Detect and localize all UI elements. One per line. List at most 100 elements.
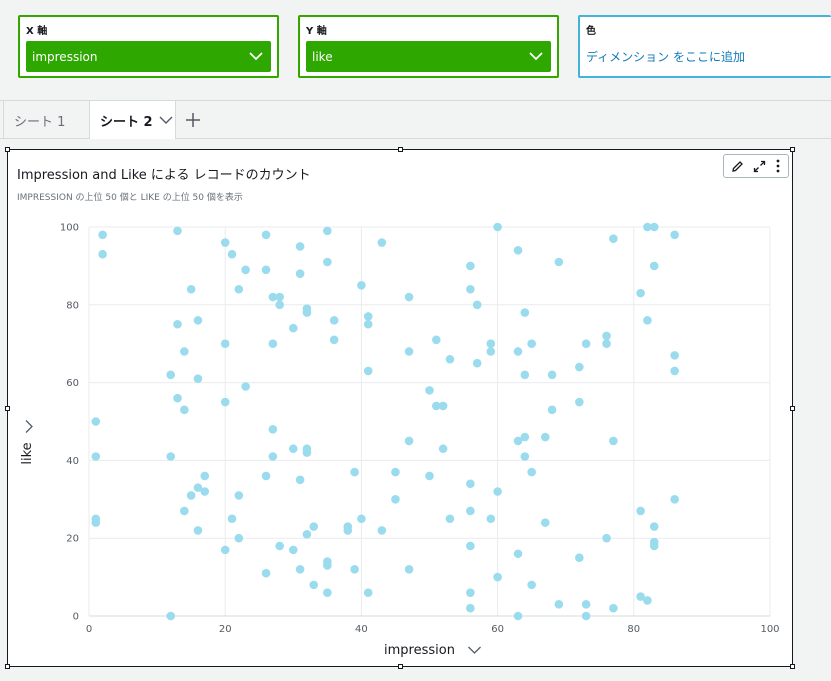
data-point[interactable] <box>302 308 312 317</box>
data-point[interactable] <box>404 565 414 574</box>
data-point[interactable] <box>602 533 611 543</box>
data-point[interactable] <box>323 588 332 597</box>
data-point[interactable] <box>295 242 305 251</box>
data-point[interactable] <box>220 545 230 555</box>
data-point[interactable] <box>425 471 434 481</box>
data-point[interactable] <box>186 491 196 500</box>
chevron-down-icon[interactable] <box>468 646 481 654</box>
data-point[interactable] <box>649 222 659 232</box>
data-point[interactable] <box>275 541 284 551</box>
data-point[interactable] <box>173 393 182 403</box>
data-point[interactable] <box>602 331 611 341</box>
color-field-well[interactable]: 色 ディメンション をここに追加 <box>578 15 831 78</box>
data-point[interactable] <box>350 565 359 574</box>
data-point[interactable] <box>166 452 176 461</box>
data-point[interactable] <box>466 506 475 516</box>
data-point[interactable] <box>350 467 359 477</box>
chevron-down-icon[interactable] <box>159 116 173 125</box>
data-point[interactable] <box>295 269 305 278</box>
data-point[interactable] <box>649 541 659 551</box>
data-point[interactable] <box>302 530 312 539</box>
data-point[interactable] <box>493 572 502 582</box>
data-point[interactable] <box>363 319 373 329</box>
y-axis-title[interactable]: like <box>20 442 35 464</box>
data-point[interactable] <box>295 565 305 574</box>
x-axis-field-select[interactable]: impression <box>26 41 271 72</box>
data-point[interactable] <box>636 506 645 516</box>
data-point[interactable] <box>466 603 475 613</box>
data-point[interactable] <box>275 300 284 310</box>
data-point[interactable] <box>513 611 523 621</box>
data-point[interactable] <box>357 281 366 290</box>
tab-sheet-2[interactable]: シート 2 <box>89 101 176 139</box>
color-well-placeholder[interactable]: ディメンション をここに追加 <box>586 48 745 65</box>
data-point[interactable] <box>166 370 176 380</box>
data-point[interactable] <box>234 533 244 543</box>
data-point[interactable] <box>520 370 530 380</box>
data-point[interactable] <box>649 522 659 531</box>
data-point[interactable] <box>670 351 679 360</box>
data-point[interactable] <box>540 518 550 527</box>
chevron-right-icon[interactable] <box>25 420 33 433</box>
data-point[interactable] <box>404 347 414 356</box>
data-point[interactable] <box>180 347 189 356</box>
data-point[interactable] <box>268 452 278 461</box>
data-point[interactable] <box>391 495 400 504</box>
data-point[interactable] <box>609 234 618 243</box>
data-point[interactable] <box>193 526 203 535</box>
data-point[interactable] <box>186 284 196 294</box>
data-point[interactable] <box>466 541 475 551</box>
data-point[interactable] <box>520 432 530 442</box>
data-point[interactable] <box>643 596 652 605</box>
scatter-visual[interactable]: Impression and Like による レコードのカウント IMPRES… <box>5 147 795 669</box>
data-point[interactable] <box>602 339 611 348</box>
data-point[interactable] <box>268 424 278 434</box>
tab-sheet-1[interactable]: シート 1 <box>3 101 85 139</box>
data-point[interactable] <box>609 603 618 613</box>
data-point[interactable] <box>520 308 530 317</box>
data-point[interactable] <box>540 432 550 442</box>
data-point[interactable] <box>445 354 455 364</box>
data-point[interactable] <box>91 518 101 527</box>
data-point[interactable] <box>575 553 584 562</box>
data-point[interactable] <box>302 448 312 457</box>
data-point[interactable] <box>234 491 244 500</box>
data-point[interactable] <box>363 366 373 376</box>
data-point[interactable] <box>575 362 584 372</box>
data-point[interactable] <box>289 323 298 333</box>
x-axis-title[interactable]: impression <box>384 643 455 658</box>
data-point[interactable] <box>91 417 101 426</box>
data-point[interactable] <box>329 316 339 325</box>
data-point[interactable] <box>323 226 332 236</box>
data-point[interactable] <box>309 522 319 531</box>
data-point[interactable] <box>323 257 332 267</box>
data-point[interactable] <box>547 405 557 415</box>
data-point[interactable] <box>180 506 189 516</box>
data-point[interactable] <box>363 312 373 321</box>
data-point[interactable] <box>581 611 591 621</box>
data-point[interactable] <box>98 230 107 240</box>
data-point[interactable] <box>227 514 237 524</box>
data-point[interactable] <box>466 479 475 489</box>
data-point[interactable] <box>472 300 482 310</box>
data-point[interactable] <box>425 386 434 395</box>
data-point[interactable] <box>363 588 373 597</box>
data-point[interactable] <box>220 238 230 247</box>
data-point[interactable] <box>261 471 271 481</box>
data-point[interactable] <box>357 514 366 524</box>
data-point[interactable] <box>486 347 496 356</box>
data-point[interactable] <box>472 358 482 368</box>
data-point[interactable] <box>554 600 564 609</box>
data-point[interactable] <box>200 487 210 496</box>
data-point[interactable] <box>166 611 176 621</box>
data-point[interactable] <box>343 526 353 535</box>
data-point[interactable] <box>466 588 475 597</box>
data-point[interactable] <box>220 397 230 407</box>
data-point[interactable] <box>193 316 203 325</box>
data-point[interactable] <box>513 549 523 559</box>
data-point[interactable] <box>486 514 496 524</box>
data-point[interactable] <box>438 401 448 411</box>
data-point[interactable] <box>261 568 271 578</box>
data-point[interactable] <box>527 339 536 348</box>
data-point[interactable] <box>445 514 455 524</box>
